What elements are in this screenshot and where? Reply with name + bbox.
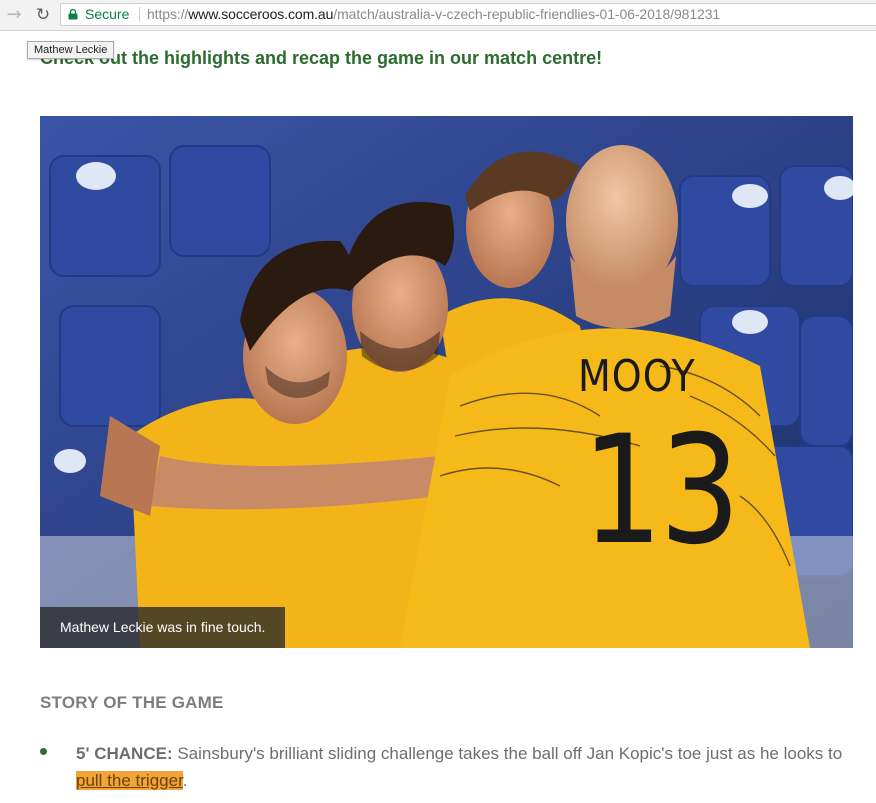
browser-toolbar: → ↻ Secure https://www.socceroos.com.au/… (0, 0, 876, 31)
jersey-name: MOOY (578, 350, 696, 402)
secure-label: Secure (85, 6, 130, 22)
url-host: www.socceroos.com.au (188, 6, 334, 22)
photo-caption: Mathew Leckie was in fine touch. (40, 607, 286, 648)
jersey-number: 13 (581, 404, 741, 578)
event-time: 5' CHANCE: (76, 744, 173, 763)
url-scheme: https:// (147, 6, 189, 22)
event-description: Sainsbury's brilliant sliding challenge … (177, 744, 843, 763)
forward-arrow-icon[interactable]: → (3, 4, 25, 26)
hero-photo[interactable]: MOOY 13 (40, 116, 853, 648)
event-description-end: . (182, 771, 188, 790)
lock-icon (68, 9, 78, 20)
url-path: /match/australia-v-czech-republic-friend… (333, 6, 721, 22)
omnibox-separator (139, 7, 140, 22)
event-video-link[interactable]: pull the trigger (76, 771, 183, 790)
match-centre-link[interactable]: Check out the highlights and recap the g… (40, 48, 602, 69)
url-text[interactable]: https://www.socceroos.com.au/match/austr… (147, 4, 720, 25)
image-tooltip: Mathew Leckie (27, 41, 115, 59)
match-event: 5' CHANCE: Sainsbury's brilliant sliding… (76, 740, 866, 794)
reload-icon[interactable]: ↻ (32, 4, 54, 26)
section-title: STORY OF THE GAME (40, 693, 224, 712)
bullet-icon (40, 748, 47, 755)
address-bar[interactable]: Secure https://www.socceroos.com.au/matc… (60, 3, 876, 26)
